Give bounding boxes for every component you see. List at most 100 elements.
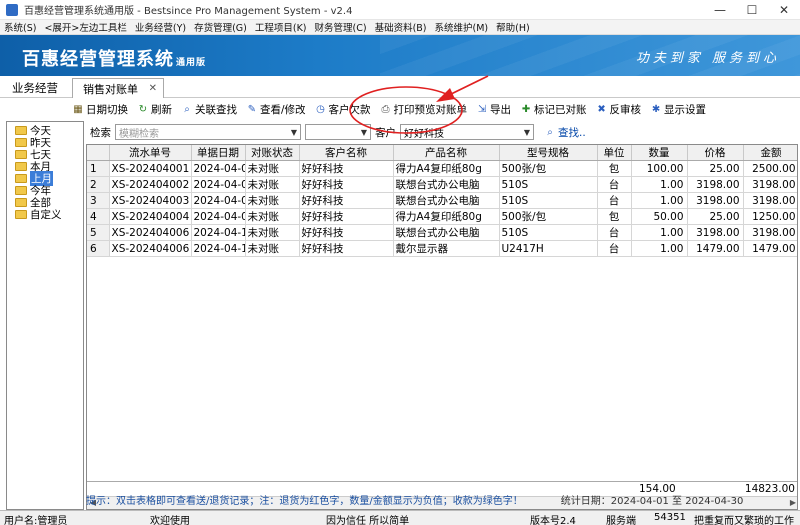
menu-projects[interactable]: 工程项目(K) [251,20,311,34]
column-header[interactable]: 产品名称 [393,145,500,161]
table-cell: XS-202404006 [109,240,192,257]
edit-icon: ✎ [247,103,257,115]
customer-value: 好好科技 [404,128,444,140]
toolbar-button-label: 标记已对账 [534,103,587,116]
period-text: 统计日期：2024-04-01 至 2024-04-30 [560,495,744,507]
status-user: 用户名:管理员 [4,516,68,525]
table-row[interactable]: 6XS-2024040062024-04-10未对账好好科技戴尔显示器U2417… [87,240,797,257]
table-row[interactable]: 3XS-2024040032024-04-04未对账好好科技联想台式办公电脑51… [87,192,797,209]
table-cell: 联想台式办公电脑 [393,224,500,241]
mark-icon: ✚ [521,103,531,115]
statement-table: 流水单号 单据日期 对账状态 客户名称 产品名称 型号规格 单位 数量 价格 金额 1 XS-202… [87,145,797,257]
customer-combo[interactable]: 好好科技 ▼ [400,124,534,140]
toolbar-button-export[interactable]: ⇲ 导出 [476,102,511,117]
menu-maintenance[interactable]: 系统维护(M) [431,20,493,34]
toolbar-button-unapprove[interactable]: ✖ 反审核 [596,102,641,117]
menu-finance[interactable]: 财务管理(C) [311,20,371,34]
table-row[interactable]: 5XS-2024040062024-04-10未对账好好科技联想台式办公电脑51… [87,224,797,241]
close-button[interactable]: ✕ [768,0,800,20]
find-button[interactable]: ⌕ 查找.. [544,125,586,140]
toolbar-button-refresh[interactable]: ↻ 刷新 [137,102,172,117]
table-header-row: 流水单号 单据日期 对账状态 客户名称 产品名称 型号规格 单位 数量 价格 金额 [87,145,797,161]
refresh-icon: ↻ [138,103,148,115]
status-bar: 用户名:管理员 欢迎使用 因为信任 所以简单 版本号2.4 服务端 54351 … [0,510,800,525]
toolbar-button-link-search[interactable]: ⌕ 关联查找 [181,102,237,117]
tree-item[interactable]: 自定义 [7,208,83,221]
menu-expand-left-toolbar[interactable]: <展开>左边工具栏 [40,20,130,34]
toolbar-button-mark[interactable]: ✚ 标记已对账 [520,102,587,117]
brand-name: 百惠经营管理系统 [22,49,174,70]
table-cell: 台 [597,176,632,193]
table-cell: 1250.00 [743,208,797,225]
brand-slogan: 功夫到家 服务到心 [635,51,780,66]
table-cell: 联想台式办公电脑 [393,176,500,193]
statement-grid: 流水单号 单据日期 对账状态 客户名称 产品名称 型号规格 单位 数量 价格 金额 1 XS-202… [86,144,798,510]
table-row[interactable]: 1XS-2024040012024-04-02未对账好好科技得力A4复印纸80g… [87,160,797,177]
folder-icon [15,125,27,135]
menu-help[interactable]: 帮助(H) [492,20,534,34]
column-header[interactable]: 流水单号 [109,145,192,161]
column-header[interactable]: 单据日期 [191,145,246,161]
link-search-icon: ⌕ [184,103,190,115]
table-cell: XS-202404006 [109,224,192,241]
maximize-button[interactable]: ☐ [736,0,768,20]
menu-basic-data[interactable]: 基础资料(B) [371,20,431,34]
title-bar: 百惠经营管理系统通用版 - Bestsince Pro Management S… [0,0,800,20]
brand-title: 百惠经营管理系统 通用版 [22,45,206,71]
toolbar: ▦ 日期切换 ↻ 刷新 ⌕ 关联查找 ✎ 查看/修改 ◷ 客户欠款 ⎙ 打印预览对账单 ⇲ 导出 ✚ 标记已对… [0,98,800,120]
menu-system[interactable]: 系统(S) [0,20,40,34]
column-header[interactable] [87,145,110,161]
table-cell: 3198.00 [687,192,744,209]
menu-business[interactable]: 业务经营(Y) [131,20,190,34]
folder-icon [15,173,27,183]
tab-sales-statement[interactable]: 销售对账单 ✕ [72,78,164,98]
table-cell: 3198.00 [743,176,797,193]
brand-edition: 通用版 [176,58,207,68]
status-side: 服务端 [606,516,636,525]
table-cell: XS-202404004 [109,208,192,225]
column-header[interactable]: 客户名称 [299,145,394,161]
chevron-down-icon[interactable]: ▼ [288,128,300,137]
toolbar-button-edit[interactable]: ✎ 查看/修改 [246,102,306,117]
table-cell: 联想台式办公电脑 [393,192,500,209]
status-motto: 因为信任 所以简单 [326,516,410,525]
column-header[interactable]: 型号规格 [499,145,598,161]
toolbar-button-calendar[interactable]: ▦ 日期切换 [72,102,128,117]
chevron-down-icon[interactable]: ▼ [358,128,370,137]
table-cell: 510S [499,192,598,209]
table-cell: 3198.00 [687,224,744,241]
search-combo[interactable]: 模糊检索 ▼ [115,124,301,140]
column-header[interactable]: 对账状态 [245,145,300,161]
toolbar-button-printer[interactable]: ⎙ 打印预览对账单 [380,102,468,117]
table-cell: 1479.00 [687,240,744,257]
window-title: 百惠经营管理系统通用版 - Bestsince Pro Management S… [24,6,353,17]
toolbar-button-settings[interactable]: ✱ 显示设置 [650,102,706,117]
minimize-button[interactable]: — [704,0,736,20]
filter-bar: 检索 模糊检索 ▼ ▼ 客户 好好科技 ▼ ⌕ 查找.. [86,122,800,142]
table-cell: 未对账 [245,160,300,177]
table-cell: 未对账 [245,176,300,193]
magnifier-icon: ⌕ [547,126,553,138]
search-label: 检索 [90,126,111,139]
table-row[interactable]: 4XS-2024040042024-04-05未对账好好科技得力A4复印纸80g… [87,208,797,225]
tab-business[interactable]: 业务经营 [12,80,58,96]
table-cell: 未对账 [245,240,300,257]
chevron-down-icon[interactable]: ▼ [521,128,533,137]
table-row[interactable]: 2XS-2024040022024-04-03未对账好好科技联想台式办公电脑51… [87,176,797,193]
table-cell: 好好科技 [299,208,394,225]
column-header[interactable]: 金额 [743,145,797,161]
column-header[interactable]: 价格 [687,145,744,161]
toolbar-button-label: 显示设置 [664,103,707,116]
column-header[interactable]: 数量 [631,145,688,161]
toolbar-button-label: 导出 [490,103,512,116]
toolbar-button-label: 查看/修改 [260,103,306,116]
toolbar-button-clock[interactable]: ◷ 客户欠款 [315,102,370,117]
column-header[interactable]: 单位 [597,145,632,161]
table-cell: 好好科技 [299,160,394,177]
tab-close-icon[interactable]: ✕ [149,83,157,94]
status-tail: 把重复而又繁琐的工作 [694,516,794,525]
field-combo[interactable]: ▼ [305,124,371,140]
menu-inventory[interactable]: 存货管理(G) [190,20,251,34]
table-cell: U2417H [499,240,598,257]
table-cell: XS-202404001 [109,160,192,177]
